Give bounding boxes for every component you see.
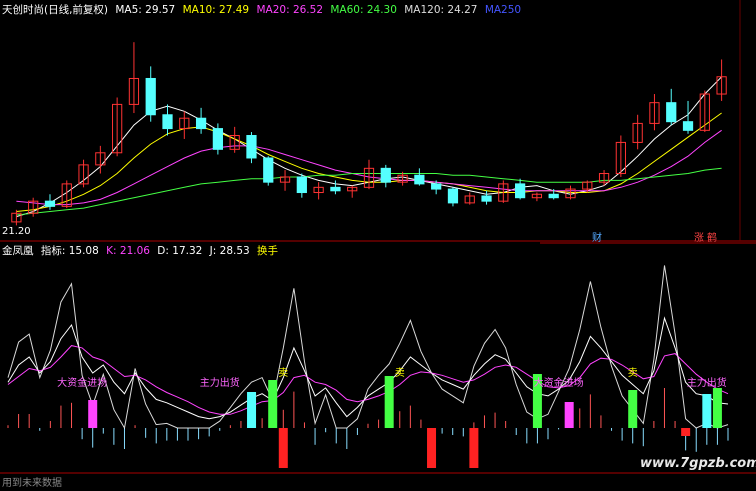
candle-body: [514, 183, 526, 199]
ma60-label: MA60: 24.30: [330, 4, 397, 16]
indicator-value: 指标: 15.08: [40, 245, 99, 257]
candle-body: [246, 135, 257, 159]
candle-body: [666, 102, 677, 123]
ma20-label: MA20: 26.52: [256, 4, 324, 16]
candle-body: [330, 186, 341, 192]
indicator-name: 金凤凰: [2, 245, 34, 257]
signal-column: [88, 400, 98, 428]
candle-body: [263, 157, 274, 183]
candle-body: [195, 117, 207, 130]
signal-annotation: 卖: [395, 367, 405, 379]
turnover-label: 换手: [257, 245, 279, 257]
candle-body: [380, 167, 391, 183]
signal-column: [702, 394, 712, 428]
ma5-label: MA5: 29.57: [115, 4, 176, 16]
candle-body: [481, 195, 492, 202]
candle-body: [414, 174, 425, 185]
sell-column: [681, 428, 691, 436]
j-value: J: 28.53: [209, 245, 250, 257]
signal-annotation: 大资金进场: [57, 376, 107, 389]
chart-svg: 大资金进场 主力出货 卖 卖大资金进场 卖主力出货: [0, 0, 756, 474]
candle-body: [431, 183, 442, 190]
indicator-header: 金凤凰 指标: 15.08 K: 21.06 D: 17.32 J: 28.53…: [2, 245, 282, 257]
candle-body: [447, 188, 459, 204]
kdj-line-d: [7, 345, 729, 415]
sell-column: [427, 428, 437, 468]
kdj-line-k: [7, 316, 729, 420]
signal-annotation: 主力出货: [200, 376, 240, 389]
ma10-label: MA10: 27.49: [182, 4, 250, 16]
ma120-label: MA120: 24.27: [404, 4, 478, 16]
ma250-label: MA250: [484, 4, 522, 16]
signal-column: [712, 388, 722, 428]
price-low-label: 21.20: [2, 226, 31, 237]
signal-column: [268, 380, 278, 428]
candle-body: [162, 114, 173, 130]
candle-body: [212, 128, 224, 150]
signal-annotation: 卖: [628, 367, 638, 379]
sell-column: [278, 428, 288, 468]
sell-column: [469, 428, 479, 468]
chart-stage: 大资金进场 主力出货 卖 卖大资金进场 卖主力出货 天创时尚(日线,前复权) MA5: …: [0, 0, 756, 489]
d-value: D: 17.32: [157, 245, 203, 257]
price-chart-header: 天创时尚(日线,前复权) MA5: 29.57 MA10: 27.49 MA20…: [2, 4, 525, 16]
side-button-he[interactable]: 鹤: [703, 233, 721, 245]
signal-column: [628, 390, 638, 428]
signal-annotation: 主力出货: [687, 376, 727, 389]
chart-title: 天创时尚(日线,前复权): [2, 4, 109, 16]
side-button-cai[interactable]: 财: [588, 233, 606, 245]
candle-body: [296, 176, 307, 194]
watermark: www.7gpzb.com: [640, 456, 756, 471]
signal-column: [564, 402, 574, 428]
candle-body: [145, 77, 156, 116]
signal-annotation: 卖: [278, 367, 288, 379]
candle-body: [44, 200, 56, 207]
candle-body: [548, 193, 559, 199]
k-value: K: 21.06: [106, 245, 150, 257]
signal-column: [247, 392, 257, 428]
candle-body: [682, 121, 694, 131]
signal-annotation: 大资金进场: [534, 376, 584, 389]
signal-column: [384, 376, 394, 428]
kdj-line-j: [7, 265, 729, 430]
